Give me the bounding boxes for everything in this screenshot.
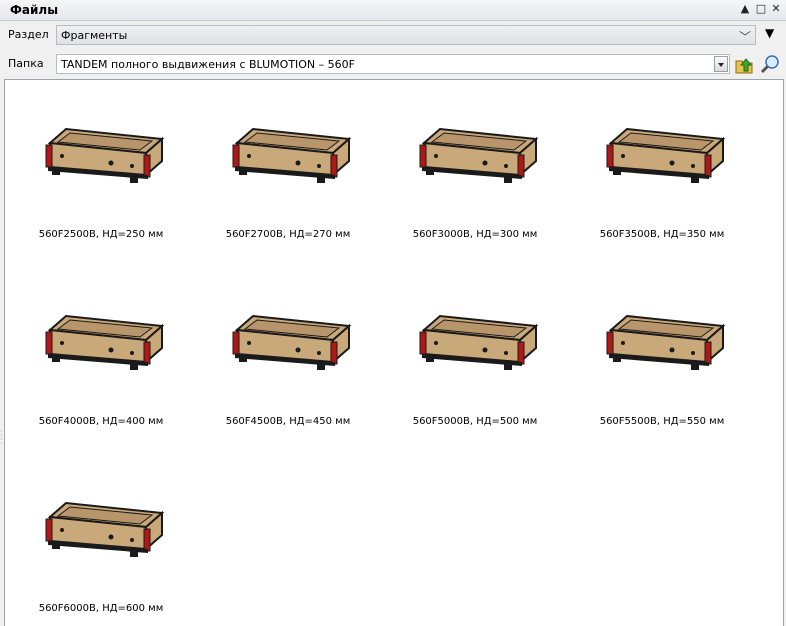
fragment-item[interactable]: 560F4500B, НД=450 мм	[198, 274, 378, 427]
drawer-thumbnail-icon	[606, 127, 726, 183]
fragment-item[interactable]: 560F5500B, НД=550 мм	[572, 274, 752, 427]
folder-label: Папка	[8, 57, 44, 70]
section-select[interactable]: Фрагменты ﹀	[56, 25, 756, 45]
fragment-caption: 560F3000B, НД=300 мм	[412, 229, 538, 240]
folder-up-icon	[735, 58, 753, 74]
section-label: Раздел	[8, 28, 49, 41]
fragment-item[interactable]: 560F4000B, НД=400 мм	[11, 274, 191, 427]
splitter-grip[interactable]: · · · ·	[0, 428, 3, 454]
fragment-caption: 560F3500B, НД=350 мм	[599, 229, 725, 240]
fragment-caption: 560F4000B, НД=400 мм	[38, 416, 164, 427]
window-title: Файлы	[10, 3, 59, 17]
drawer-thumbnail-icon	[45, 501, 165, 557]
drawer-thumbnail-icon	[232, 314, 352, 370]
fragment-grid: 560F2500B, НД=250 мм 560F2700B, НД=270 м…	[4, 79, 784, 626]
fragment-item[interactable]: 560F5000B, НД=500 мм	[385, 274, 565, 427]
title-bar: Файлы ▲ □ ✕	[0, 0, 786, 21]
drawer-thumbnail-icon	[45, 314, 165, 370]
menu-arrow-icon[interactable]: ▼	[765, 26, 774, 40]
fragment-caption: 560F6000B, НД=600 мм	[38, 603, 164, 614]
pin-icon[interactable]: ▲	[739, 2, 751, 16]
fragment-item[interactable]: 560F2700B, НД=270 мм	[198, 87, 378, 240]
section-row: Раздел Фрагменты ﹀ ▼	[0, 22, 786, 48]
section-select-value: Фрагменты	[61, 29, 128, 42]
drawer-thumbnail-icon	[232, 127, 352, 183]
drawer-thumbnail-icon	[606, 314, 726, 370]
fragment-item[interactable]: 560F3500B, НД=350 мм	[572, 87, 752, 240]
folder-dropdown-button[interactable]	[714, 56, 728, 72]
folder-select-value: TANDEM полного выдвижения с BLUMOTION – …	[61, 58, 355, 71]
fragment-caption: 560F5000B, НД=500 мм	[412, 416, 538, 427]
drawer-thumbnail-icon	[419, 127, 539, 183]
fragment-caption: 560F5500B, НД=550 мм	[599, 416, 725, 427]
close-button[interactable]: ✕	[770, 2, 782, 16]
fragment-caption: 560F4500B, НД=450 мм	[225, 416, 351, 427]
fragment-caption: 560F2700B, НД=270 мм	[225, 229, 351, 240]
folder-up-button[interactable]	[733, 53, 755, 75]
drawer-thumbnail-icon	[419, 314, 539, 370]
folder-row: Папка TANDEM полного выдвижения с BLUMOT…	[0, 51, 786, 77]
chevron-down-icon: ﹀	[738, 30, 751, 44]
search-icon	[760, 55, 779, 74]
fragment-item[interactable]: 560F2500B, НД=250 мм	[11, 87, 191, 240]
search-button[interactable]	[759, 53, 781, 75]
folder-select[interactable]: TANDEM полного выдвижения с BLUMOTION – …	[56, 54, 730, 74]
drawer-thumbnail-icon	[45, 127, 165, 183]
fragment-caption: 560F2500B, НД=250 мм	[38, 229, 164, 240]
fragment-item[interactable]: 560F6000B, НД=600 мм	[11, 461, 191, 614]
maximize-button[interactable]: □	[755, 2, 767, 16]
fragment-item[interactable]: 560F3000B, НД=300 мм	[385, 87, 565, 240]
